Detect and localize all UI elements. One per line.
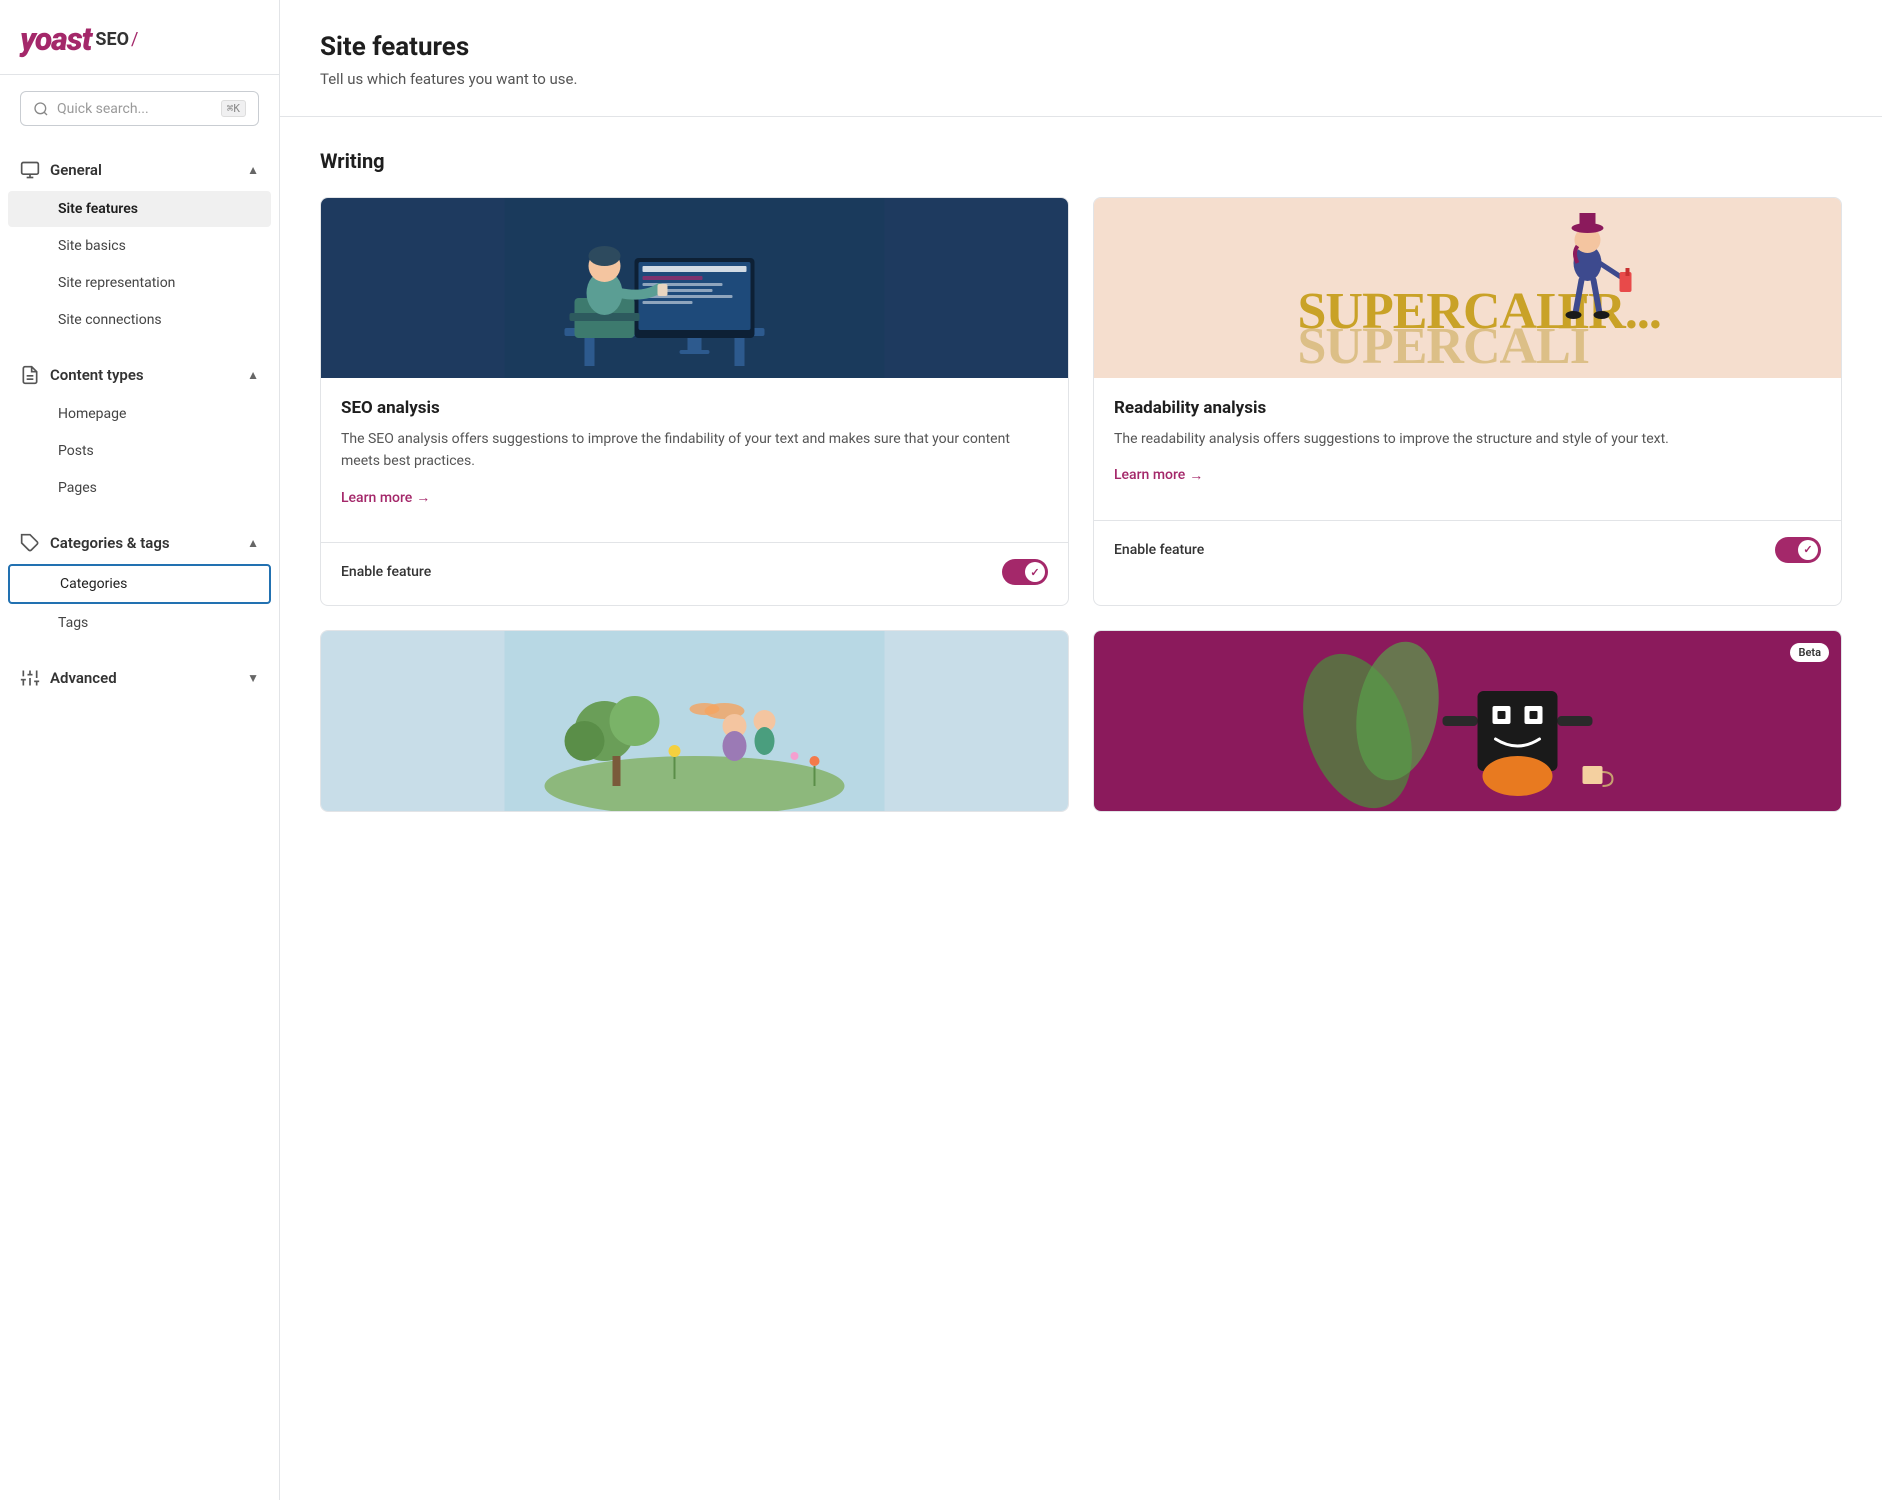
- nav-section-general-left: General: [20, 160, 102, 180]
- nav-section-categories-tags: Categories & tags ▲ Categories Tags: [0, 515, 279, 650]
- readability-analysis-toggle-knob: ✓: [1798, 540, 1818, 560]
- seo-analysis-toggle-check: ✓: [1030, 566, 1039, 579]
- content-types-chevron-icon: ▲: [247, 368, 259, 382]
- readability-analysis-description: The readability analysis offers suggesti…: [1114, 428, 1821, 450]
- search-box[interactable]: Quick search... ⌘K: [20, 91, 259, 126]
- seo-analysis-card: SEO analysis The SEO analysis offers sug…: [320, 197, 1069, 606]
- general-section-title: General: [50, 161, 102, 179]
- readability-analysis-image: SUPERCALI SUPERCALI FR...: [1094, 198, 1841, 378]
- readability-analysis-card-body: Readability analysis The readability ana…: [1094, 378, 1841, 504]
- writing-section-title: Writing: [320, 149, 1842, 173]
- sidebar-item-categories[interactable]: Categories: [8, 564, 271, 604]
- nav-section-categories-tags-header[interactable]: Categories & tags ▲: [0, 523, 279, 563]
- garden-illustration: [321, 631, 1068, 811]
- monitor-icon: [20, 160, 40, 180]
- nav-section-advanced: Advanced ▼: [0, 650, 279, 706]
- seo-illustration: [321, 198, 1068, 378]
- readability-analysis-learn-more[interactable]: Learn more →: [1114, 467, 1203, 484]
- svg-text:SUPERCALI: SUPERCALI: [1298, 318, 1590, 375]
- page-subtitle: Tell us which features you want to use.: [320, 70, 1842, 88]
- logo-yoast-text: yoast: [20, 20, 91, 58]
- sidebar-item-site-connections[interactable]: Site connections: [8, 302, 271, 338]
- sidebar-item-pages[interactable]: Pages: [8, 470, 271, 506]
- search-placeholder: Quick search...: [57, 101, 213, 117]
- bottom-left-card-image: [321, 631, 1068, 811]
- seo-analysis-learn-more[interactable]: Learn more →: [341, 489, 430, 506]
- search-area: Quick search... ⌘K: [0, 75, 279, 142]
- readability-analysis-toggle[interactable]: ✓: [1775, 537, 1821, 563]
- page-header: Site features Tell us which features you…: [280, 0, 1882, 117]
- nav-section-general-header[interactable]: General ▲: [0, 150, 279, 190]
- advanced-section-title: Advanced: [50, 669, 117, 687]
- readability-analysis-enable-label: Enable feature: [1114, 542, 1204, 558]
- bottom-left-card: [320, 630, 1069, 812]
- nav-section-categories-tags-left: Categories & tags: [20, 533, 170, 553]
- main-content: Site features Tell us which features you…: [280, 0, 1882, 1500]
- nav-section-general: General ▲ Site features Site basics Site…: [0, 142, 279, 347]
- sidebar-item-posts[interactable]: Posts: [8, 433, 271, 469]
- sidebar-item-site-representation[interactable]: Site representation: [8, 265, 271, 301]
- sidebar: yoast SEO / Quick search... ⌘K General ▲…: [0, 0, 280, 1500]
- readability-analysis-card: SUPERCALI SUPERCALI FR...: [1093, 197, 1842, 606]
- page-title: Site features: [320, 32, 1842, 62]
- document-icon: [20, 365, 40, 385]
- seo-analysis-divider: [321, 542, 1068, 543]
- bottom-right-card-image: Beta: [1094, 631, 1841, 811]
- content-area: Writing: [280, 117, 1882, 868]
- nav-section-content-types-header[interactable]: Content types ▲: [0, 355, 279, 395]
- content-types-section-title: Content types: [50, 366, 144, 384]
- readability-illustration: SUPERCALI SUPERCALI FR...: [1094, 198, 1841, 378]
- seo-analysis-enable-label: Enable feature: [341, 564, 431, 580]
- nav-section-advanced-header[interactable]: Advanced ▼: [0, 658, 279, 698]
- robot-illustration: [1094, 631, 1841, 811]
- logo: yoast SEO /: [20, 20, 259, 58]
- sidebar-item-site-basics[interactable]: Site basics: [8, 228, 271, 264]
- tags-icon: [20, 533, 40, 553]
- seo-analysis-image: [321, 198, 1068, 378]
- general-chevron-icon: ▲: [247, 163, 259, 177]
- seo-analysis-toggle[interactable]: ✓: [1002, 559, 1048, 585]
- beta-badge: Beta: [1790, 643, 1829, 662]
- logo-seo-text: SEO: [95, 29, 129, 50]
- search-icon: [33, 101, 49, 117]
- sliders-icon: [20, 668, 40, 688]
- readability-analysis-enable-row: Enable feature ✓: [1094, 537, 1841, 583]
- sidebar-item-site-features[interactable]: Site features: [8, 191, 271, 227]
- readability-analysis-divider: [1094, 520, 1841, 521]
- seo-analysis-description: The SEO analysis offers suggestions to i…: [341, 428, 1048, 473]
- categories-tags-chevron-icon: ▲: [247, 536, 259, 550]
- advanced-chevron-icon: ▼: [247, 671, 259, 685]
- seo-analysis-toggle-knob: ✓: [1025, 562, 1045, 582]
- seo-analysis-card-body: SEO analysis The SEO analysis offers sug…: [321, 378, 1068, 526]
- seo-analysis-enable-row: Enable feature ✓: [321, 559, 1068, 605]
- logo-slash-text: /: [131, 29, 138, 50]
- nav-section-content-types: Content types ▲ Homepage Posts Pages: [0, 347, 279, 515]
- readability-analysis-title: Readability analysis: [1114, 398, 1821, 418]
- nav-section-advanced-left: Advanced: [20, 668, 117, 688]
- bottom-right-card: Beta: [1093, 630, 1842, 812]
- categories-tags-section-title: Categories & tags: [50, 534, 170, 552]
- nav-section-content-types-left: Content types: [20, 365, 144, 385]
- readability-analysis-toggle-check: ✓: [1803, 543, 1812, 556]
- search-shortcut: ⌘K: [221, 100, 246, 117]
- writing-cards-grid: SEO analysis The SEO analysis offers sug…: [320, 197, 1842, 606]
- bottom-cards-grid: Beta: [320, 630, 1842, 812]
- logo-area: yoast SEO /: [0, 0, 279, 75]
- sidebar-item-homepage[interactable]: Homepage: [8, 396, 271, 432]
- seo-analysis-title: SEO analysis: [341, 398, 1048, 418]
- sidebar-item-tags[interactable]: Tags: [8, 605, 271, 641]
